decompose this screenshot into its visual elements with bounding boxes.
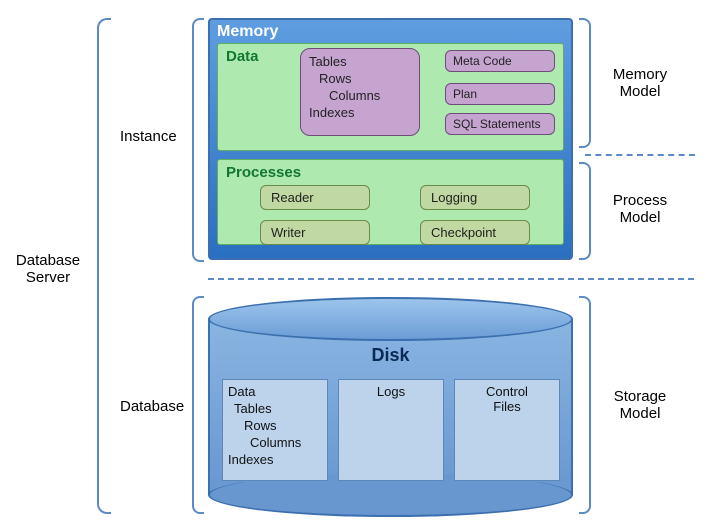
- tables-l2: Rows: [309, 71, 411, 88]
- bracket-process-model: [579, 162, 591, 260]
- disk-data-panel: Data Tables Rows Columns Indexes: [222, 379, 328, 481]
- tables-l1: Tables: [309, 54, 411, 71]
- reader-box: Reader: [260, 185, 370, 210]
- tables-l4: Indexes: [309, 105, 411, 122]
- tables-l3: Columns: [309, 88, 411, 105]
- checkpoint-box: Checkpoint: [420, 220, 530, 245]
- dash-sep-1: [585, 154, 695, 156]
- tables-box: Tables Rows Columns Indexes: [300, 48, 420, 136]
- disk-data-l2: Tables: [228, 401, 322, 418]
- disk-data-l5: Indexes: [228, 452, 322, 469]
- sql-box: SQL Statements: [445, 113, 555, 135]
- label-database: Database: [120, 398, 184, 415]
- label-storage-model: Storage Model: [600, 388, 680, 422]
- plan-box: Plan: [445, 83, 555, 105]
- disk-control-panel: Control Files: [454, 379, 560, 481]
- label-database-server: Database Server: [8, 252, 88, 286]
- bracket-instance: [192, 18, 204, 262]
- label-process-model: Process Model: [600, 192, 680, 226]
- processes-title: Processes: [226, 164, 555, 181]
- logging-box: Logging: [420, 185, 530, 210]
- bracket-database: [192, 296, 204, 514]
- meta-code-box: Meta Code: [445, 50, 555, 72]
- label-instance: Instance: [120, 128, 177, 145]
- disk-top: [208, 297, 573, 341]
- disk-data-l4: Columns: [228, 435, 322, 452]
- disk-block: Disk Data Tables Rows Columns Indexes Lo…: [208, 297, 573, 513]
- bracket-memory-model: [579, 18, 591, 148]
- bracket-server: [97, 18, 111, 514]
- disk-logs-panel: Logs: [338, 379, 444, 481]
- dash-sep-2: [208, 278, 694, 280]
- disk-title: Disk: [208, 345, 573, 366]
- disk-data-l3: Rows: [228, 418, 322, 435]
- disk-data-l1: Data: [228, 384, 322, 401]
- bracket-storage-model: [579, 296, 591, 514]
- writer-box: Writer: [260, 220, 370, 245]
- memory-title: Memory: [217, 23, 564, 41]
- label-memory-model: Memory Model: [600, 66, 680, 100]
